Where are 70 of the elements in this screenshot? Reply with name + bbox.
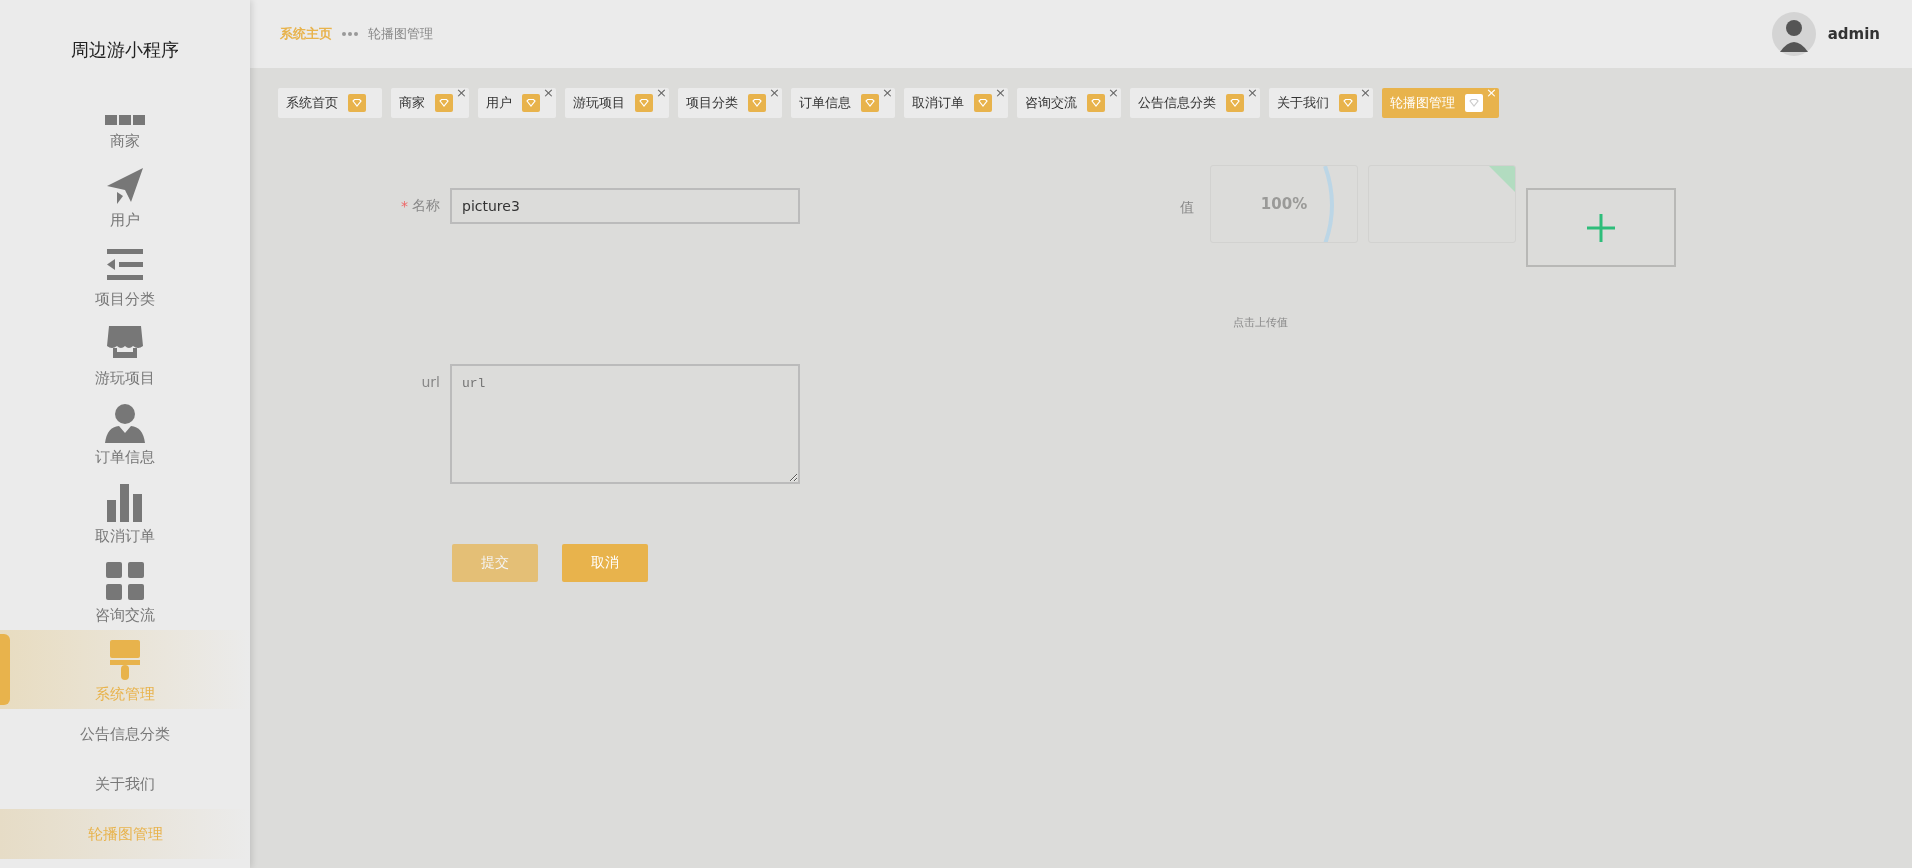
- menu-item[interactable]: 订单信息: [0, 393, 250, 472]
- page-tab[interactable]: 系统首页: [278, 88, 382, 118]
- field-label: 名称: [412, 197, 440, 215]
- user-name: admin: [1827, 25, 1880, 43]
- page-tab[interactable]: 咨询交流 ×: [1017, 88, 1121, 118]
- indent-list-icon: [105, 249, 145, 281]
- menu-item[interactable]: 取消订单: [0, 472, 250, 551]
- page-tab[interactable]: 项目分类 ×: [678, 88, 782, 118]
- menu-item[interactable]: 咨询交流: [0, 551, 250, 630]
- field-label: 值: [1180, 199, 1195, 217]
- person-icon: [105, 403, 145, 443]
- close-icon[interactable]: ×: [995, 86, 1006, 100]
- close-icon[interactable]: ×: [1108, 86, 1119, 100]
- menu-label: 取消订单: [95, 526, 155, 546]
- menu-label: 游玩项目: [95, 368, 155, 388]
- shield-icon: [522, 94, 540, 112]
- app-title: 周边游小程序: [70, 38, 180, 62]
- progress-text: 100%: [1260, 195, 1308, 213]
- shield-icon: [1087, 94, 1105, 112]
- active-indicator: [0, 634, 10, 705]
- page-tab[interactable]: 用户 ×: [478, 88, 556, 118]
- submenu-item[interactable]: 关于我们: [0, 759, 250, 809]
- menu-label: 商家: [110, 131, 140, 151]
- shield-icon: [861, 94, 879, 112]
- shield-icon: [1465, 94, 1483, 112]
- success-corner-icon: [1489, 166, 1515, 192]
- shield-icon: [1339, 94, 1357, 112]
- menu-label: 用户: [110, 210, 140, 230]
- close-icon[interactable]: ×: [456, 86, 467, 100]
- menu-item[interactable]: 项目分类: [0, 235, 250, 314]
- menu-item[interactable]: 用户: [0, 156, 250, 235]
- breadcrumb-link[interactable]: 轮播图管理: [368, 25, 433, 43]
- bar-chart-icon: [105, 482, 145, 522]
- shield-icon: [348, 94, 366, 112]
- menu-label: 系统管理: [95, 684, 155, 704]
- avatar-icon[interactable]: [1771, 12, 1816, 56]
- close-icon[interactable]: ×: [1360, 86, 1371, 100]
- page-tab[interactable]: 游玩项目 ×: [565, 88, 669, 118]
- grid-icon: [105, 115, 145, 127]
- menu-label: 订单信息: [95, 447, 155, 467]
- input-field[interactable]: picture3: [450, 188, 800, 224]
- submenu-item[interactable]: 公告信息分类: [0, 709, 250, 759]
- text-area[interactable]: url: [450, 364, 800, 484]
- field-label: url: [421, 374, 440, 390]
- shield-icon: [635, 94, 653, 112]
- page-tab[interactable]: 取消订单 ×: [904, 88, 1008, 118]
- plus-icon: [1587, 213, 1615, 242]
- brush-icon: [108, 640, 142, 680]
- close-icon[interactable]: ×: [1247, 86, 1258, 100]
- paper-plane-icon: [105, 166, 145, 206]
- close-icon[interactable]: ×: [543, 86, 554, 100]
- four-squares-icon: [106, 562, 144, 600]
- dots-icon: [342, 32, 358, 36]
- shield-icon: [435, 94, 453, 112]
- close-icon[interactable]: ×: [656, 86, 667, 100]
- shield-icon: [748, 94, 766, 112]
- menu-item[interactable]: 游玩项目: [0, 314, 250, 393]
- menu-item[interactable]: 商家: [0, 105, 250, 156]
- close-icon[interactable]: ×: [882, 86, 893, 100]
- page-tab[interactable]: 公告信息分类 ×: [1130, 88, 1260, 118]
- close-icon[interactable]: ×: [769, 86, 780, 100]
- required-mark: *: [401, 198, 408, 214]
- shield-icon: [974, 94, 992, 112]
- shield-icon: [1226, 94, 1244, 112]
- page-tab[interactable]: 关于我们 ×: [1269, 88, 1373, 118]
- upload-hint: 点击上传值: [1233, 315, 1289, 330]
- menu-label: 项目分类: [95, 289, 155, 309]
- page-tab[interactable]: 商家 ×: [391, 88, 469, 118]
- menu-label: 咨询交流: [95, 605, 155, 625]
- page-tab[interactable]: 订单信息 ×: [791, 88, 895, 118]
